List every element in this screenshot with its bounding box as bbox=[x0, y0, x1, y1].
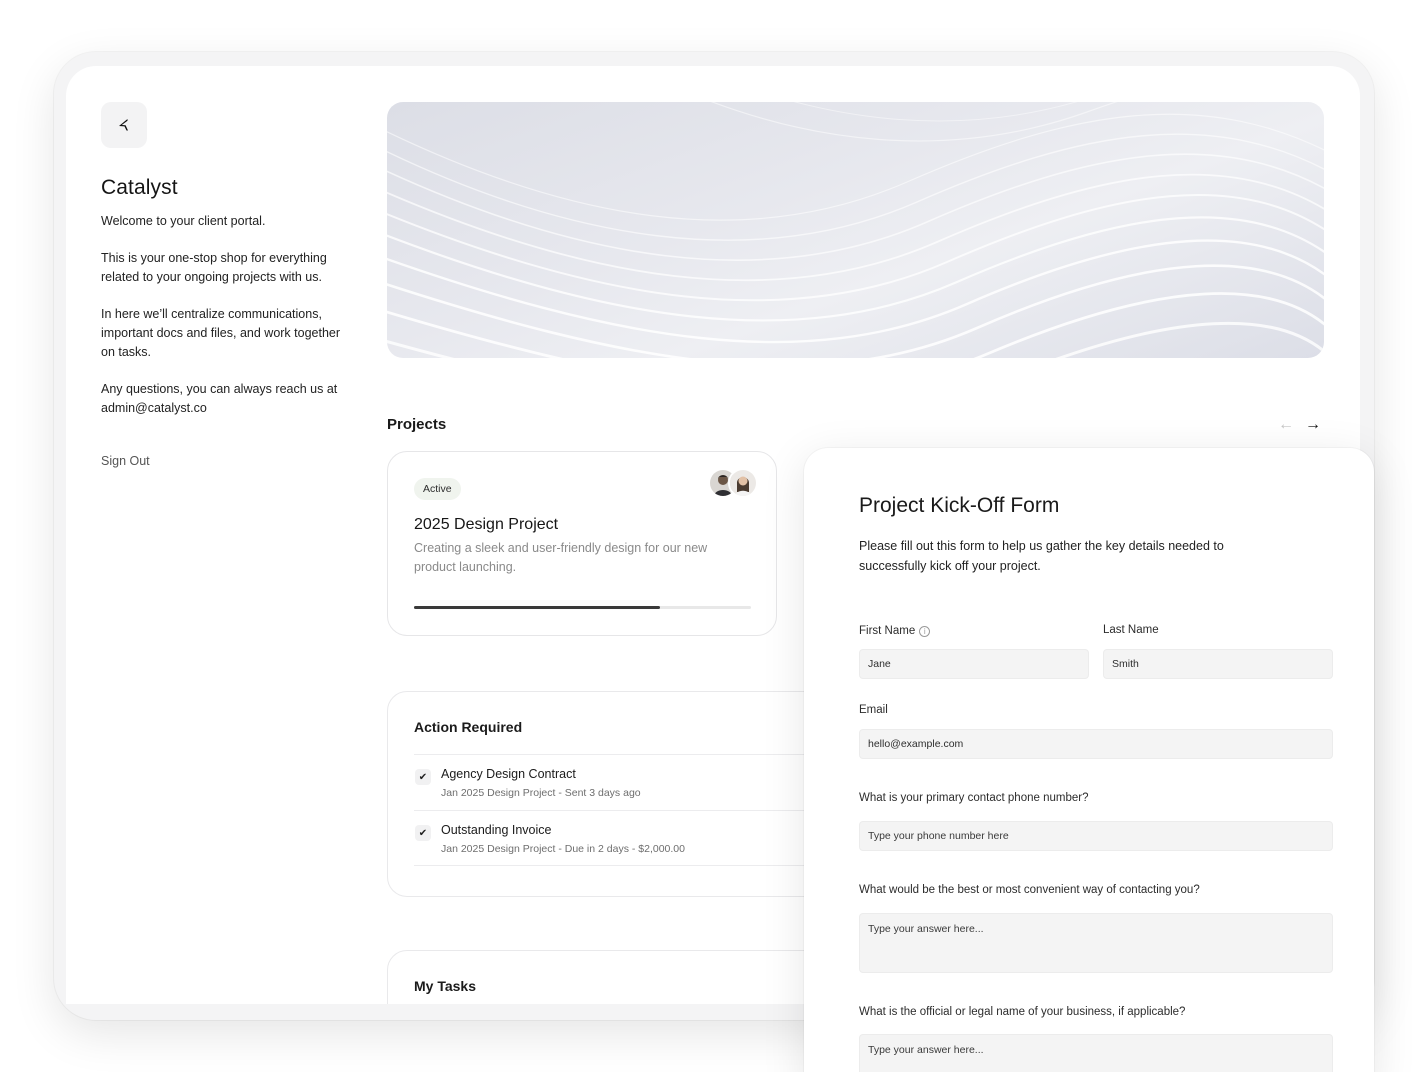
action-required-heading: Action Required bbox=[414, 719, 523, 735]
business-name-textarea[interactable]: Type your answer here... bbox=[859, 1034, 1333, 1072]
last-name-label: Last Name bbox=[1103, 624, 1159, 636]
first-name-label-text: First Name bbox=[859, 625, 916, 637]
contact-method-label: What would be the best or most convenien… bbox=[859, 884, 1200, 896]
arrow-left-icon[interactable]: ← bbox=[1278, 416, 1294, 434]
last-name-field[interactable]: Smith bbox=[1103, 649, 1333, 679]
email-label: Email bbox=[859, 704, 888, 716]
first-name-label: First Name i bbox=[859, 625, 931, 637]
business-name-label: What is the official or legal name of yo… bbox=[859, 1006, 1186, 1018]
intro-paragraph: In here we’ll centralize communications,… bbox=[101, 307, 341, 359]
avatar bbox=[728, 468, 758, 498]
task-name: Agency Design Contract bbox=[441, 767, 576, 781]
task-name: Outstanding Invoice bbox=[441, 823, 552, 837]
phone-label: What is your primary contact phone numbe… bbox=[859, 792, 1089, 804]
status-badge: Active bbox=[414, 478, 461, 500]
project-title: 2025 Design Project bbox=[414, 516, 559, 533]
welcome-text: Welcome to your client portal. bbox=[101, 214, 266, 228]
checkmark-icon[interactable]: ✔ bbox=[415, 769, 431, 785]
hero-banner-image bbox=[387, 102, 1324, 358]
projects-heading: Projects bbox=[387, 416, 447, 433]
arrow-right-icon[interactable]: → bbox=[1305, 416, 1321, 434]
project-progress-bar bbox=[414, 606, 751, 609]
contact-paragraph: Any questions, you can always reach us a… bbox=[101, 382, 338, 415]
task-meta: Jan 2025 Design Project - Sent 3 days ag… bbox=[441, 787, 641, 799]
project-card[interactable]: Active 2025 Design Project Creating a sl… bbox=[387, 451, 777, 636]
list-item[interactable]: ✔ Outstanding Invoice Jan 2025 Design Pr… bbox=[414, 810, 834, 866]
intro-paragraph: This is your one-stop shop for everythin… bbox=[101, 251, 327, 284]
brand-name: Catalyst bbox=[101, 176, 178, 199]
my-tasks-panel: My Tasks bbox=[387, 950, 847, 1004]
form-description: Please fill out this form to help us gat… bbox=[859, 539, 1224, 573]
my-tasks-heading: My Tasks bbox=[414, 978, 476, 994]
kickoff-form-card: Project Kick-Off Form Please fill out th… bbox=[804, 448, 1374, 1072]
task-meta: Jan 2025 Design Project - Due in 2 days … bbox=[441, 843, 685, 855]
form-title: Project Kick-Off Form bbox=[859, 494, 1060, 517]
phone-input[interactable]: Type your phone number here bbox=[859, 821, 1333, 851]
checkmark-icon[interactable]: ✔ bbox=[415, 825, 431, 841]
list-item[interactable]: ✔ Agency Design Contract Jan 2025 Design… bbox=[414, 754, 834, 810]
first-name-field[interactable]: Jane bbox=[859, 649, 1089, 679]
action-required-panel: Action Required ✔ Agency Design Contract… bbox=[387, 691, 847, 897]
project-description: Creating a sleek and user-friendly desig… bbox=[414, 541, 708, 574]
progress-fill bbox=[414, 606, 660, 609]
contact-method-textarea[interactable]: Type your answer here... bbox=[859, 913, 1333, 973]
catalyst-logo-icon[interactable] bbox=[101, 102, 147, 148]
email-field[interactable]: hello@example.com bbox=[859, 729, 1333, 759]
team-avatars bbox=[708, 468, 758, 498]
intro-text: Welcome to your client portal. This is y… bbox=[101, 212, 346, 436]
sign-out-link[interactable]: Sign Out bbox=[101, 454, 150, 468]
info-icon[interactable]: i bbox=[919, 626, 931, 637]
